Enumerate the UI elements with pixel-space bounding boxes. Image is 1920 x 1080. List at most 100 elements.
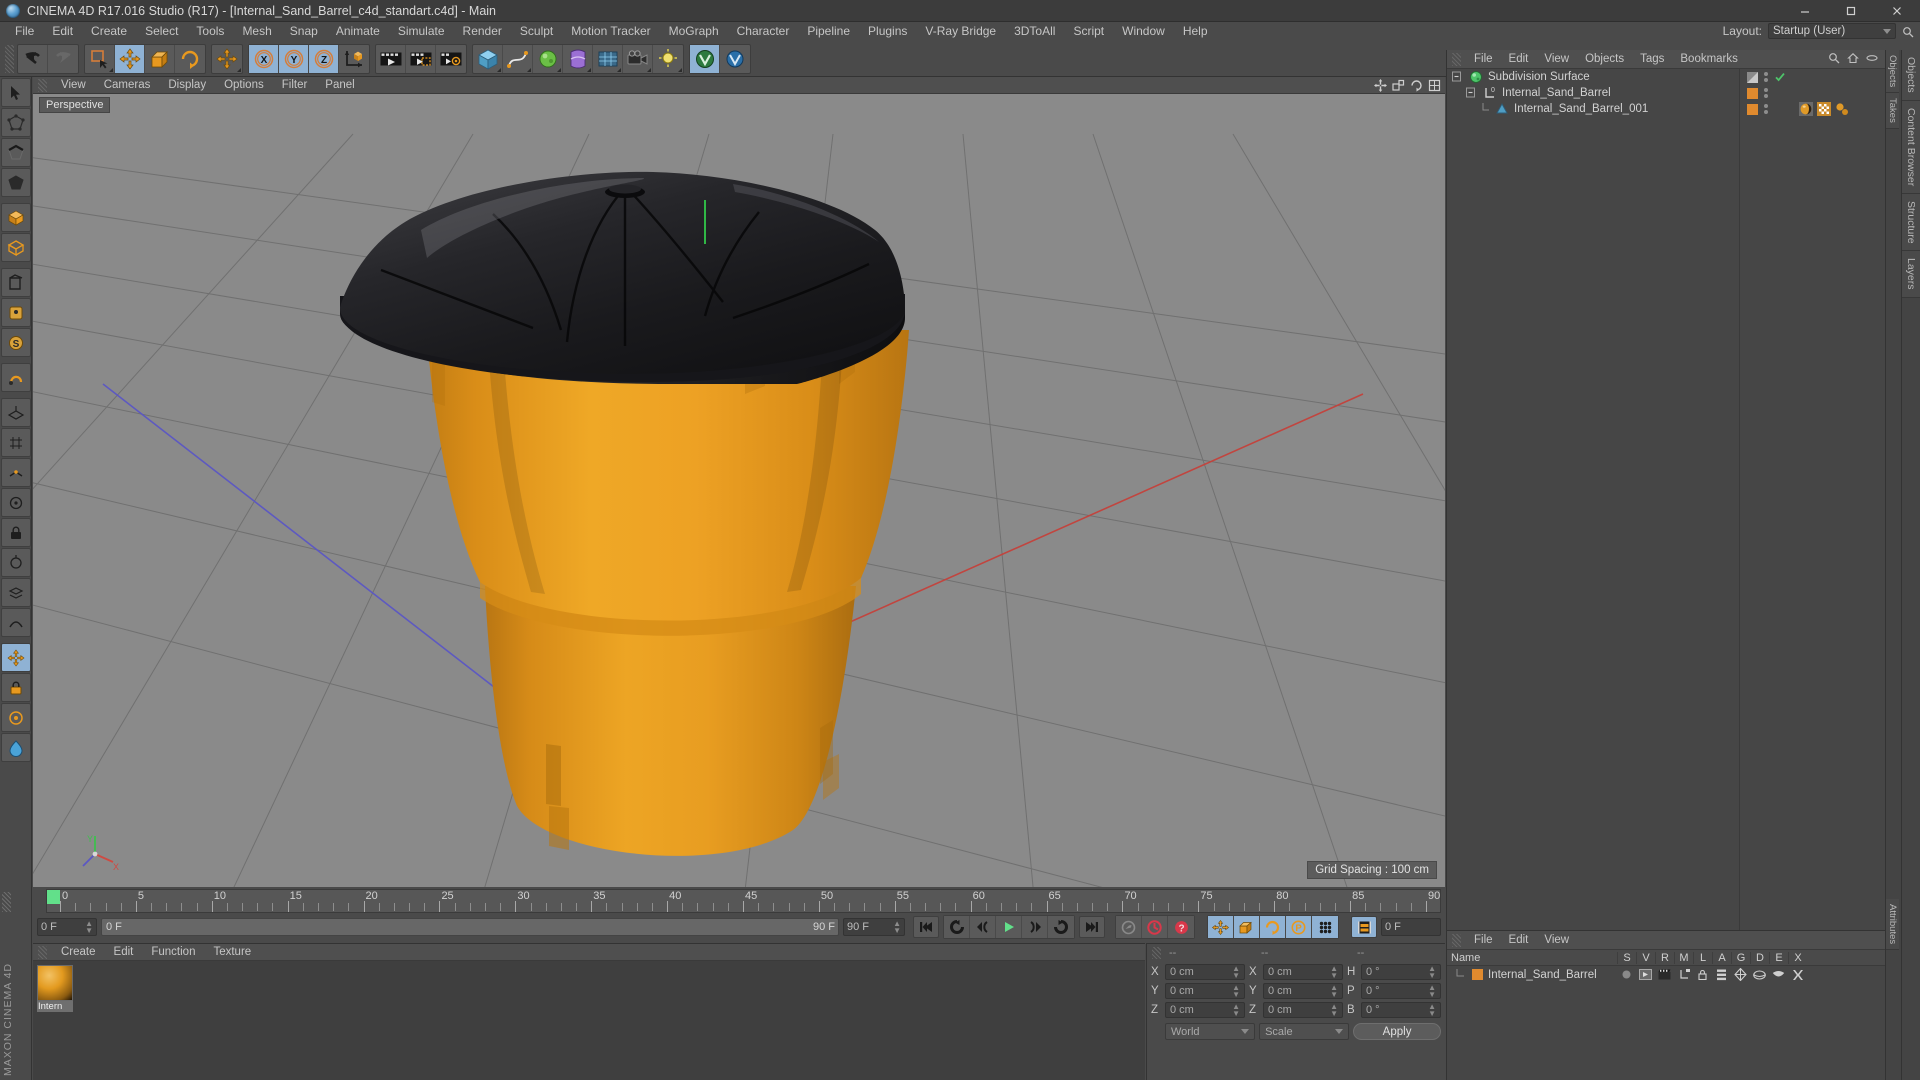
deformer-icon[interactable] — [1750, 969, 1769, 981]
menu-item-window[interactable]: Window — [1113, 22, 1174, 41]
cube-icon[interactable] — [473, 44, 503, 73]
select-mode-icon[interactable] — [1, 78, 31, 107]
enable-axis-icon[interactable]: S — [1, 328, 31, 357]
move-tool-icon[interactable] — [212, 45, 242, 73]
object-menu-file[interactable]: File — [1466, 50, 1501, 69]
spinner-icon[interactable]: ▲ ▼ — [1330, 965, 1338, 980]
edge-tab-takes-inner[interactable]: Takes — [1886, 93, 1899, 130]
axis-y-icon[interactable]: Y — [279, 44, 309, 73]
workplane-icon[interactable] — [1, 398, 31, 427]
select-live-icon[interactable] — [85, 44, 115, 73]
menu-item-3dtoall[interactable]: 3DToAll — [1005, 22, 1064, 41]
object-row-internal-sand-barrel[interactable]: 0 Internal_Sand_Barrel — [1447, 85, 1901, 101]
generator-icon[interactable] — [1731, 968, 1750, 981]
generator-icon[interactable] — [533, 44, 563, 73]
search-icon[interactable] — [1902, 26, 1914, 38]
render-settings-icon[interactable] — [436, 45, 466, 73]
layer-icon[interactable] — [1, 578, 31, 607]
maximize-view-icon[interactable] — [1428, 79, 1441, 92]
menu-item-snap[interactable]: Snap — [281, 22, 327, 41]
axis-z-icon[interactable]: Z — [309, 44, 339, 73]
object-menu-objects[interactable]: Objects — [1577, 50, 1632, 69]
pivot-icon[interactable] — [1, 488, 31, 517]
attribute-menu-edit[interactable]: Edit — [1501, 931, 1537, 950]
end-frame-field[interactable]: 90 F ▲ ▼ — [843, 918, 905, 936]
menu-item-tools[interactable]: Tools — [187, 22, 233, 41]
size-x-field[interactable]: 0 cm ▲ ▼ — [1263, 964, 1343, 980]
vray-icon[interactable] — [690, 44, 720, 73]
material-menu-create[interactable]: Create — [52, 944, 105, 961]
rot-h-field[interactable]: 0 ° ▲ ▼ — [1361, 964, 1441, 980]
material-menu-texture[interactable]: Texture — [204, 944, 260, 961]
size-z-field[interactable]: 0 cm ▲ ▼ — [1263, 1002, 1343, 1018]
rotate-view-icon[interactable] — [1410, 79, 1423, 92]
model-mode-icon[interactable] — [1, 203, 31, 232]
key-scale-icon[interactable] — [1234, 916, 1260, 938]
viewport-solo-icon[interactable] — [1, 548, 31, 577]
menu-item-plugins[interactable]: Plugins — [859, 22, 916, 41]
planar-icon[interactable] — [1, 458, 31, 487]
move-icon[interactable] — [115, 44, 145, 73]
visibility-dots[interactable] — [1764, 88, 1768, 98]
render-view-icon[interactable] — [376, 44, 406, 73]
object-menu-tags[interactable]: Tags — [1632, 50, 1672, 69]
spinner-icon[interactable]: ▲ ▼ — [1232, 965, 1240, 980]
ellipse-icon[interactable] — [1866, 52, 1878, 64]
attribute-grip[interactable] — [1452, 933, 1461, 947]
coordinate-space-dropdown[interactable]: World — [1165, 1023, 1256, 1040]
attribute-menu-view[interactable]: View — [1536, 931, 1577, 950]
material-menu-function[interactable]: Function — [142, 944, 204, 961]
light-icon[interactable] — [653, 45, 683, 73]
viewport-menu-view[interactable]: View — [52, 77, 95, 94]
render-region-icon[interactable] — [406, 44, 436, 73]
lock-icon[interactable] — [1, 673, 31, 702]
menu-item-create[interactable]: Create — [82, 22, 136, 41]
next-key-icon[interactable] — [1022, 916, 1048, 938]
right-frame-field[interactable]: 0 F — [1381, 918, 1441, 936]
viewport-menu-panel[interactable]: Panel — [316, 77, 363, 94]
material-item[interactable]: Intern — [37, 965, 73, 1012]
visibility-dots[interactable] — [1764, 104, 1768, 114]
record-active-objects-icon[interactable] — [1142, 916, 1168, 938]
edge-mode-icon[interactable] — [1, 138, 31, 167]
menu-item-animate[interactable]: Animate — [327, 22, 389, 41]
scale-icon[interactable] — [145, 44, 175, 73]
layout-dropdown[interactable]: Startup (User) — [1768, 23, 1896, 39]
menu-item-select[interactable]: Select — [136, 22, 187, 41]
menu-item-render[interactable]: Render — [454, 22, 511, 41]
scale-view-icon[interactable] — [1392, 79, 1405, 92]
pos-y-field[interactable]: 0 cm ▲ ▼ — [1165, 983, 1245, 999]
search-icon[interactable] — [1828, 52, 1840, 64]
visibility-dots[interactable] — [1764, 72, 1768, 82]
scene-object-icon[interactable] — [593, 44, 623, 73]
texture-mode-icon[interactable] — [1, 268, 31, 297]
key-rotation-icon[interactable] — [1260, 916, 1286, 938]
spinner-icon[interactable]: ▲ ▼ — [85, 920, 93, 935]
viewport-3d-canvas[interactable]: Y X Perspective Grid Spacing : 100 cm — [33, 94, 1445, 887]
quantize-icon[interactable] — [1, 428, 31, 457]
lock-icon[interactable] — [1693, 969, 1712, 980]
go-to-end-icon[interactable] — [1079, 916, 1105, 938]
object-tree[interactable]: Subdivision Surface 0 Internal_Sand_Barr… — [1447, 69, 1901, 930]
menu-item-vray-bridge[interactable]: V-Ray Bridge — [916, 22, 1005, 41]
close-button[interactable] — [1874, 0, 1920, 22]
attribute-row[interactable]: Internal_Sand_Barrel — [1447, 966, 1901, 983]
menu-item-character[interactable]: Character — [728, 22, 799, 41]
edge-tab-objects-inner[interactable]: Objects — [1886, 50, 1899, 94]
animation-icon[interactable] — [1712, 969, 1731, 981]
spinner-icon[interactable]: ▲ ▼ — [1232, 984, 1240, 999]
hierarchy-icon[interactable] — [1674, 969, 1693, 980]
spinner-icon[interactable]: ▲ ▼ — [893, 920, 901, 935]
snap-icon[interactable] — [1, 363, 31, 392]
uvw-tag-icon[interactable] — [1817, 102, 1831, 116]
material-menu-edit[interactable]: Edit — [105, 944, 143, 961]
expression-icon[interactable] — [1769, 970, 1788, 980]
clapper-icon[interactable] — [1655, 969, 1674, 980]
go-to-start-icon[interactable] — [913, 916, 939, 938]
move-view-icon[interactable] — [1374, 79, 1387, 92]
attribute-menu-file[interactable]: File — [1466, 931, 1501, 950]
coordinate-mode-dropdown[interactable]: Scale — [1259, 1023, 1350, 1040]
spinner-icon[interactable]: ▲ ▼ — [1428, 1003, 1436, 1018]
play-forward-loop-icon[interactable] — [1048, 916, 1074, 938]
play-backwards-loop-icon[interactable] — [944, 916, 970, 938]
